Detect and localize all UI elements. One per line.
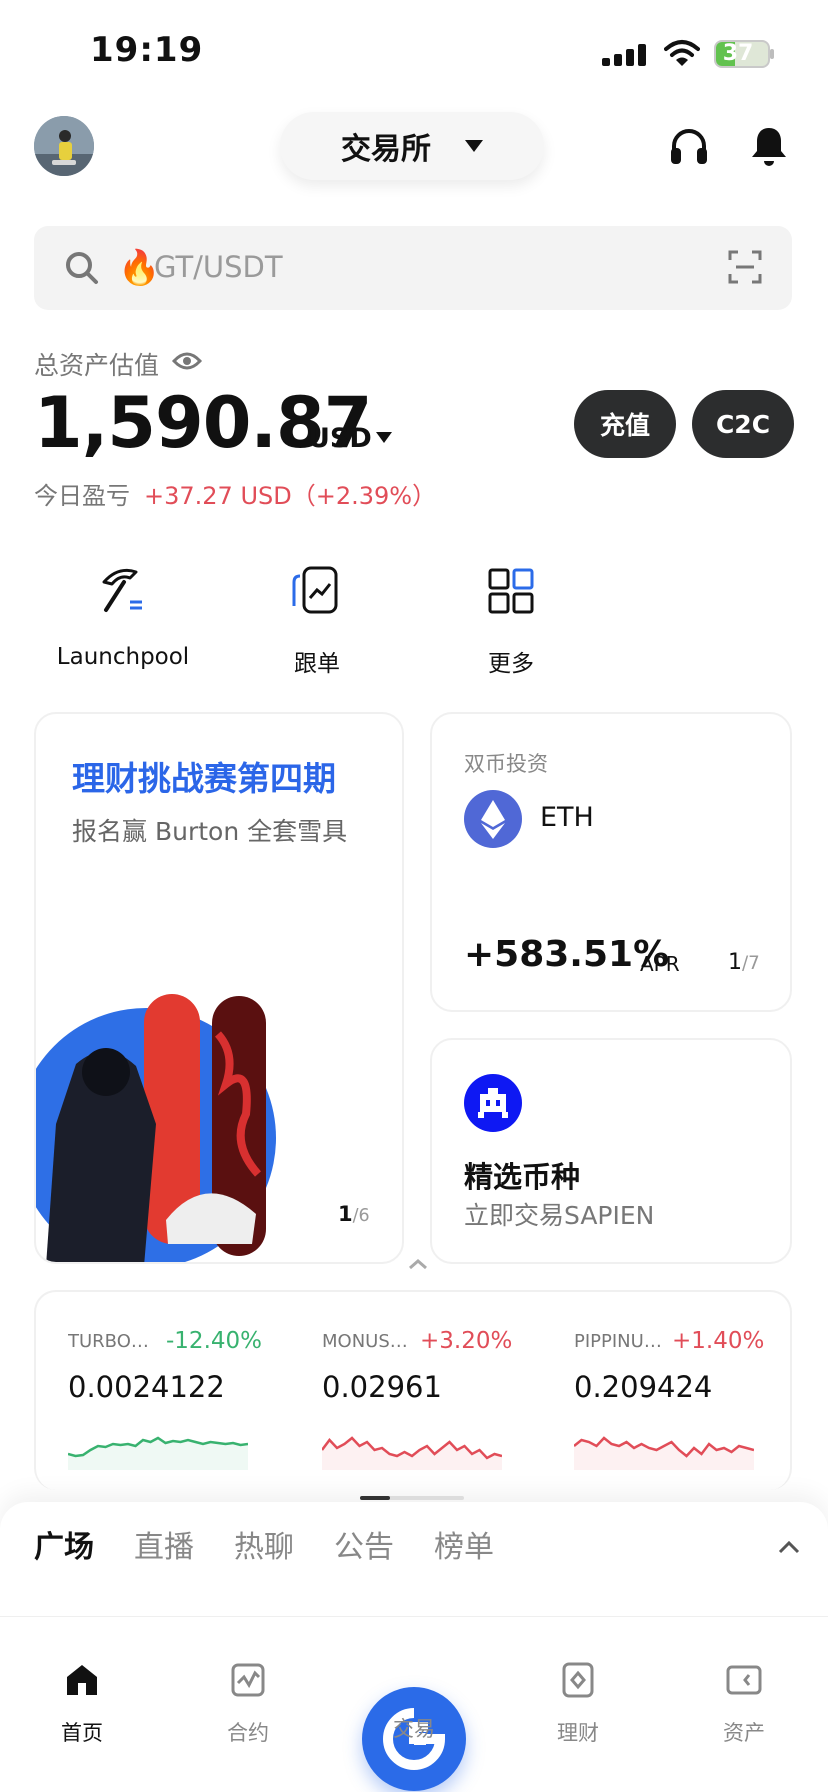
ticker-item[interactable]: TURBOU... -12.40% 0.0024122	[67, 1328, 288, 1474]
tab-label: 交易	[393, 1717, 435, 1741]
promo-subtitle: 报名赢 Burton 全套雪具	[72, 817, 348, 846]
feed-tab[interactable]: 公告	[334, 1522, 394, 1566]
ticker-item[interactable]: MONUSDT +3.20% 0.02961	[321, 1328, 542, 1474]
ticker-price: 0.209424	[574, 1370, 713, 1404]
tab-label: 资产	[723, 1721, 765, 1745]
battery-level: 37	[722, 41, 754, 66]
ticker-name: PIPPINUS...	[574, 1330, 666, 1352]
headset-icon[interactable]	[668, 126, 710, 168]
grid-icon	[488, 568, 534, 614]
c2c-button[interactable]: C2C	[692, 390, 794, 458]
quick-action-label: Launchpool	[56, 644, 190, 670]
copytrade-icon	[292, 566, 338, 614]
search-icon	[66, 252, 98, 284]
sparkline	[573, 1436, 755, 1470]
earn-icon	[562, 1662, 594, 1698]
sparkline	[321, 1436, 503, 1470]
deposit-button[interactable]: 充值	[574, 390, 676, 458]
sparkline-area	[322, 1438, 502, 1470]
quick-action-launchpool[interactable]: Launchpool	[38, 562, 208, 670]
promo-pagination: 1/6	[338, 1202, 370, 1226]
collapse-chevron-icon[interactable]	[406, 1256, 430, 1272]
quick-action-label: 更多	[488, 651, 534, 677]
tab-assets[interactable]: 资产	[684, 1661, 804, 1747]
coin-label: ETH	[540, 802, 594, 833]
quick-action-copytrade[interactable]: 跟单	[232, 562, 402, 678]
exchange-label: 交易所	[341, 132, 431, 167]
caret-down-icon	[465, 140, 483, 152]
market-ticker-card[interactable]: TURBOU... -12.40% 0.0024122 MONUSDT +3.20%…	[34, 1290, 792, 1490]
exchange-switcher[interactable]: 交易所	[280, 112, 544, 180]
tab-label: 首页	[61, 1721, 103, 1745]
apr-value: +583.51%	[464, 934, 670, 975]
ticker-change: +3.20%	[420, 1328, 513, 1354]
ticker-item[interactable]: PIPPINUS... +1.40% 0.209424	[573, 1328, 794, 1474]
sheet-handle-active	[360, 1496, 390, 1500]
sapien-icon	[464, 1074, 522, 1132]
signal-icon	[602, 42, 646, 66]
feed-tab[interactable]: 广场	[34, 1522, 94, 1566]
futures-icon	[231, 1663, 265, 1697]
tab-earn[interactable]: 理财	[518, 1661, 638, 1747]
pnl-value: +37.27 USD（+2.39%）	[144, 482, 437, 510]
bell-icon[interactable]	[748, 124, 790, 168]
ticker-change: -12.40%	[166, 1328, 262, 1354]
wifi-icon	[664, 40, 700, 66]
tab-label: 理财	[557, 1721, 599, 1745]
bottom-tab-bar: 首页 合约 交易 理财 资产	[0, 1616, 828, 1792]
currency-unit[interactable]: USD	[308, 423, 372, 454]
sparkline	[67, 1436, 249, 1470]
tab-home[interactable]: 首页	[22, 1661, 142, 1747]
wallet-icon	[726, 1665, 762, 1695]
ticker-price: 0.0024122	[68, 1370, 225, 1404]
caret-down-icon[interactable]	[376, 432, 392, 443]
feed-tabs: 广场 直播 热聊 公告 榜单	[34, 1522, 494, 1566]
feed-tab[interactable]: 热聊	[234, 1522, 294, 1566]
status-time: 19:19	[90, 30, 204, 70]
search-input[interactable]: GT/USDT	[154, 250, 283, 284]
pickaxe-icon	[102, 568, 142, 612]
feed-tab[interactable]: 榜单	[434, 1522, 494, 1566]
search-bar[interactable]: 🔥 GT/USDT	[34, 226, 792, 310]
avatar[interactable]	[34, 116, 94, 176]
dual-pagination: 1/7	[728, 950, 760, 975]
apr-label: APR	[640, 952, 680, 976]
featured-coin-card[interactable]: 精选币种 立即交易SAPIEN	[430, 1038, 792, 1264]
eye-icon[interactable]	[172, 349, 202, 373]
expand-chevron-icon[interactable]	[776, 1538, 802, 1556]
ticker-change: +1.40%	[672, 1328, 765, 1354]
dual-investment-card[interactable]: 双币投资 ETH +583.51% APR 1/7	[430, 712, 792, 1012]
feed-tab[interactable]: 直播	[134, 1522, 194, 1566]
eth-icon	[464, 790, 522, 848]
pnl-label: 今日盈亏	[34, 482, 130, 510]
ticker-name: TURBOU...	[68, 1330, 160, 1352]
bottom-sheet: 广场 直播 热聊 公告 榜单 首页 合约 交易 理财 资产	[0, 1496, 828, 1792]
dual-investment-title: 双币投资	[464, 752, 548, 776]
battery-tip	[770, 49, 774, 59]
tab-futures[interactable]: 合约	[188, 1661, 308, 1747]
home-icon	[67, 1665, 97, 1695]
tab-trade[interactable]: 交易	[354, 1661, 474, 1743]
promo-banner-card[interactable]: 理财挑战赛第四期 报名赢 Burton 全套雪具 1/6	[34, 712, 404, 1264]
total-assets-label: 总资产估值	[34, 351, 160, 380]
quick-action-label: 跟单	[294, 651, 340, 677]
featured-coin-title: 精选币种	[464, 1160, 581, 1194]
battery-icon: 37	[714, 40, 770, 68]
quick-action-more[interactable]: 更多	[426, 562, 596, 678]
promo-title: 理财挑战赛第四期	[72, 759, 336, 798]
scan-icon[interactable]	[728, 250, 762, 284]
ticker-price: 0.02961	[322, 1370, 442, 1404]
featured-coin-subtitle: 立即交易SAPIEN	[464, 1201, 655, 1230]
tab-label: 合约	[227, 1721, 269, 1745]
ticker-name: MONUSDT	[322, 1330, 414, 1352]
